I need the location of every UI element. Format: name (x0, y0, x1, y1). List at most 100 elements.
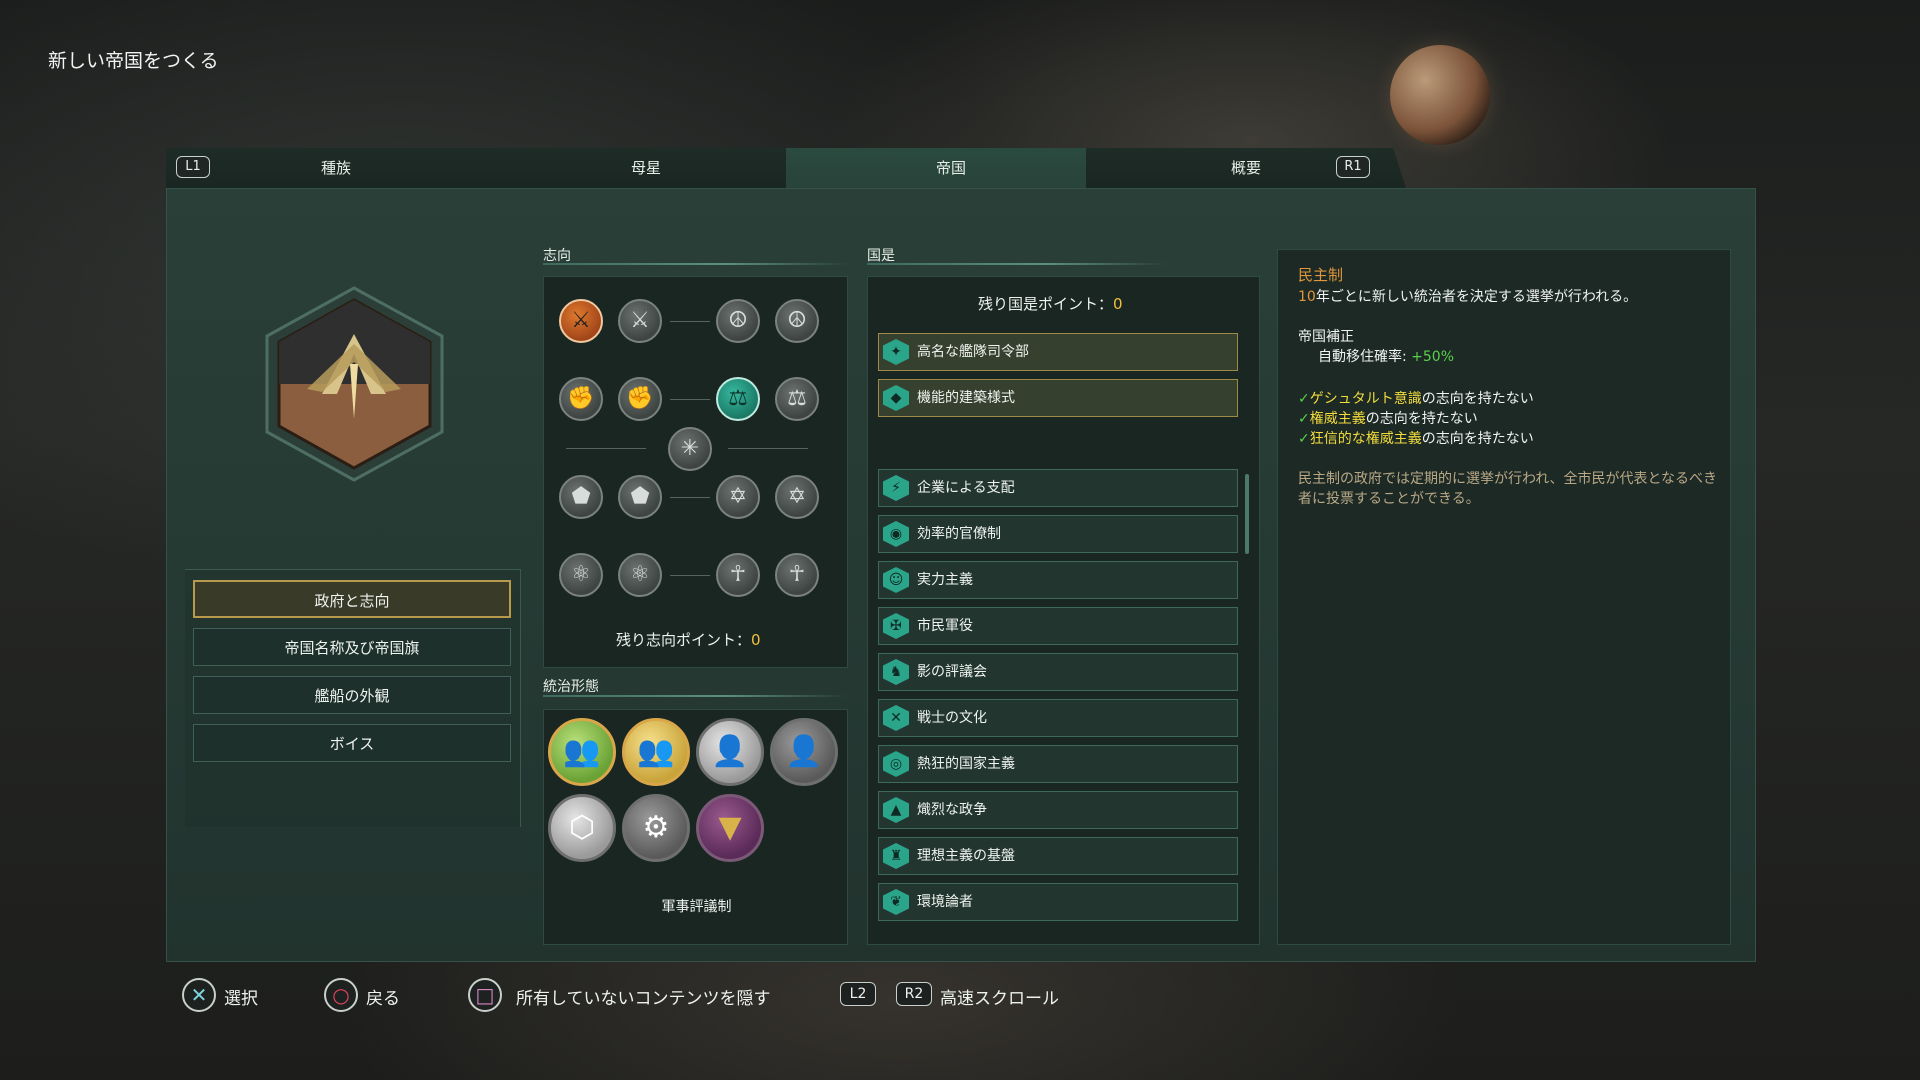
check-icon: ✓ (1298, 391, 1310, 407)
square-button-icon: □ (468, 978, 502, 1012)
spiritualist-icon[interactable]: ☥ (716, 553, 760, 597)
menu-ship-appearance[interactable]: 艦船の外観 (193, 676, 511, 714)
machine-intelligence-icon[interactable]: ⚙ (622, 794, 690, 862)
hint-back-label: 戻る (366, 989, 400, 1009)
admiralty-icon: ✦ (883, 339, 909, 365)
civic-label: 熾烈な政争 (917, 802, 987, 818)
r2-key: R2 (896, 982, 932, 1006)
hint-select-label: 選択 (224, 989, 258, 1009)
fanatic-materialist-icon[interactable]: ⚛ (559, 553, 603, 597)
civics-title: 国是 (867, 248, 895, 264)
egalitarian-icon[interactable]: ⚖ (716, 377, 760, 421)
empire-emblem-icon (265, 286, 444, 482)
civic-fierce-politics[interactable]: ▲ 熾烈な政争 (878, 791, 1238, 829)
main-panel: 政府と志向 帝国名称及び帝国旗 艦船の外観 ボイス 志向 ⚔ ⚔ ☮ ☮ ✊ ✊… (166, 188, 1756, 962)
authority-title-underline (543, 695, 848, 697)
civic-idealistic-foundation[interactable]: ♜ 理想主義の基盤 (878, 837, 1238, 875)
architecture-icon: ◆ (883, 385, 909, 411)
menu-government-ethics[interactable]: 政府と志向 (193, 580, 511, 618)
l1-key[interactable]: L1 (176, 156, 210, 178)
ethics-connector (670, 321, 710, 322)
authority-title: 統治形態 (543, 679, 599, 695)
imperial-icon[interactable]: 👤 (770, 718, 838, 786)
description-flavor-text: 民主制の政府では定期的に選挙が行われ、全市民が代表となるべき者に投票することがで… (1298, 471, 1718, 507)
cross-button-icon: ✕ (182, 978, 216, 1012)
left-menu: 政府と志向 帝国名称及び帝国旗 艦船の外観 ボイス (185, 569, 521, 827)
tab-species[interactable]: 種族 (166, 148, 506, 188)
r1-key[interactable]: R1 (1336, 156, 1370, 178)
menu-empire-name-flag[interactable]: 帝国名称及び帝国旗 (193, 628, 511, 666)
fanatic-authoritarian-icon[interactable]: ⬟ (559, 475, 603, 519)
hive-mind-icon[interactable]: ⬡ (548, 794, 616, 862)
pacifist-icon[interactable]: ☮ (716, 299, 760, 343)
civic-label: 企業による支配 (917, 480, 1015, 496)
requirement-text: の志向を持たない (1421, 431, 1534, 447)
militarist-icon[interactable]: ⚔ (618, 299, 662, 343)
bureaucracy-icon: ◉ (883, 521, 909, 547)
civic-label: 環境論者 (917, 894, 973, 910)
democracy-icon[interactable]: 👥 (548, 718, 616, 786)
civic-label: 市民軍役 (917, 618, 973, 634)
civic-environmentalist[interactable]: ❦ 環境論者 (878, 883, 1238, 921)
ethics-connector (728, 448, 808, 449)
idealism-icon: ♜ (883, 843, 909, 869)
corporate-icon[interactable]: ▼ (696, 794, 764, 862)
ethics-title-underline (543, 263, 848, 265)
oligarchy-icon[interactable]: 👥 (622, 718, 690, 786)
shadow-council-icon: ♞ (883, 659, 909, 685)
civic-label: 高名な艦隊司令部 (917, 344, 1029, 360)
circle-button-icon: ○ (324, 978, 358, 1012)
ethics-connector (670, 575, 710, 576)
fanatic-xenophile-icon[interactable]: ✡ (775, 475, 819, 519)
requirement-2: ✓権威主義の志向を持たない (1298, 408, 1478, 428)
civic-distinguished-admiralty[interactable]: ✦ 高名な艦隊司令部 (878, 333, 1238, 371)
civic-label: 実力主義 (917, 572, 973, 588)
tab-homeworld[interactable]: 母星 (476, 148, 816, 188)
hint-scroll-label: 高速スクロール (940, 989, 1059, 1009)
menu-voice[interactable]: ボイス (193, 724, 511, 762)
election-text: 年ごとに新しい統治者を決定する選挙が行われる。 (1315, 289, 1638, 305)
fanatic-egalitarian-icon[interactable]: ⚖ (775, 377, 819, 421)
nationalism-icon: ◎ (883, 751, 909, 777)
authority-selected-name: 軍事評議制 (661, 899, 732, 915)
authoritarian-icon[interactable]: ⬟ (618, 475, 662, 519)
fanatic-militarist-icon[interactable]: ⚔ (559, 299, 603, 343)
civic-points-remaining: 残り国是ポイント：0 (978, 293, 1123, 314)
requirement-1: ✓ゲシュタルト意識の志向を持たない (1298, 388, 1534, 408)
tab-empire[interactable]: 帝国 (786, 148, 1116, 188)
requirement-text: の志向を持たない (1421, 391, 1534, 407)
civic-warrior-culture[interactable]: ✕ 戦士の文化 (878, 699, 1238, 737)
citizen-service-icon: ✠ (883, 613, 909, 639)
civic-shadow-council[interactable]: ♞ 影の評議会 (878, 653, 1238, 691)
civic-meritocracy[interactable]: ☺ 実力主義 (878, 561, 1238, 599)
civic-citizen-service[interactable]: ✠ 市民軍役 (878, 607, 1238, 645)
civics-title-underline (867, 263, 1167, 265)
ethics-points-remaining: 残り志向ポイント：0 (616, 629, 761, 650)
ethics-points-label: 残り志向ポイント： (616, 631, 752, 649)
bonus-value: +50% (1411, 349, 1455, 365)
warrior-culture-icon: ✕ (883, 705, 909, 731)
civic-fanatic-nationalism[interactable]: ◎ 熱狂的国家主義 (878, 745, 1238, 783)
requirement-3: ✓狂信的な権威主義の志向を持たない (1298, 428, 1534, 448)
fanatic-pacifist-icon[interactable]: ☮ (775, 299, 819, 343)
civics-scrollbar[interactable] (1245, 474, 1249, 554)
gestalt-icon[interactable]: ✳ (668, 427, 712, 471)
xenophobe-icon[interactable]: ✊ (618, 377, 662, 421)
l2-key: L2 (840, 982, 876, 1006)
civic-corporate-dominion[interactable]: ⚡ 企業による支配 (878, 469, 1238, 507)
ethics-connector (670, 497, 710, 498)
civic-efficient-bureaucracy[interactable]: ◉ 効率的官僚制 (878, 515, 1238, 553)
civic-points-label: 残り国是ポイント： (978, 295, 1114, 313)
civic-functional-architecture[interactable]: ◆ 機能的建築様式 (878, 379, 1238, 417)
xenophile-icon[interactable]: ✡ (716, 475, 760, 519)
civic-points-value: 0 (1113, 295, 1123, 313)
fanatic-spiritualist-icon[interactable]: ☥ (775, 553, 819, 597)
background-planet (1390, 45, 1490, 145)
election-years: 10 (1298, 289, 1316, 305)
hint-hide-label: 所有していないコンテンツを隠す (516, 989, 771, 1009)
tab-label: 概要 (1230, 159, 1261, 177)
materialist-icon[interactable]: ⚛ (618, 553, 662, 597)
ethics-panel: ⚔ ⚔ ☮ ☮ ✊ ✊ ⚖ ⚖ ✳ ⬟ ⬟ ✡ ✡ ⚛ ⚛ ☥ ☥ 残り志向ポイ… (543, 276, 848, 668)
fanatic-xenophobe-icon[interactable]: ✊ (559, 377, 603, 421)
dictatorship-icon[interactable]: 👤 (696, 718, 764, 786)
